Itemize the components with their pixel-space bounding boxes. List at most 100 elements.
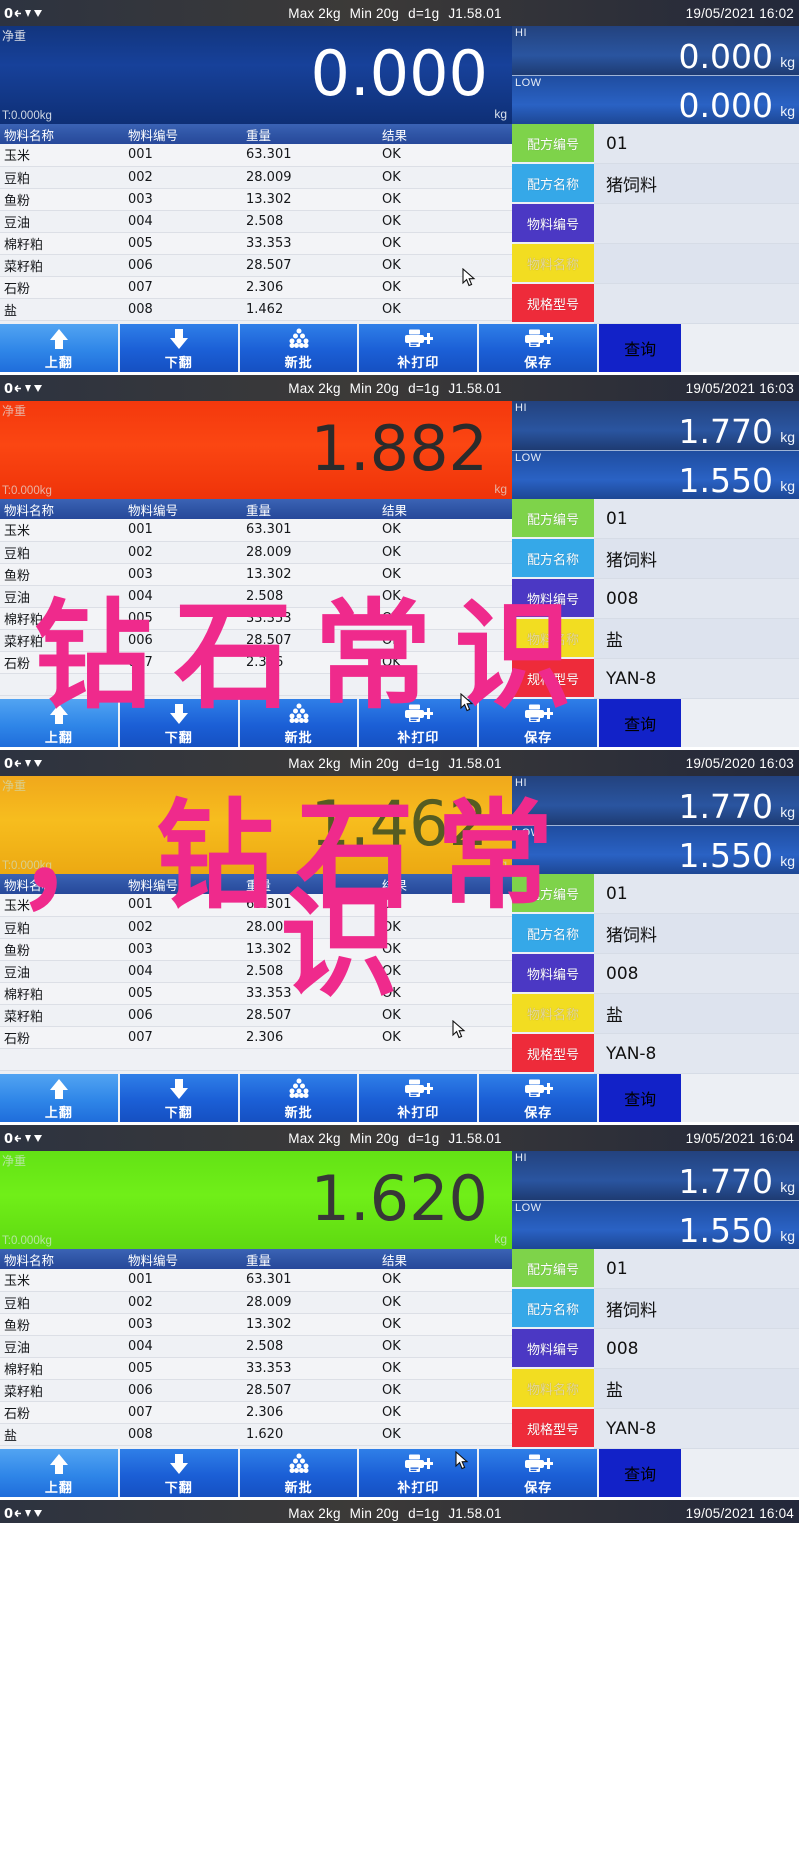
net-weight-label: 净重 [2, 779, 27, 793]
limit-hi-label: HI [515, 1152, 527, 1164]
cell-weight: 33.353 [246, 982, 382, 1005]
cell-result: OK [382, 166, 512, 189]
key-4[interactable]: 规格型号 [512, 1409, 594, 1447]
toolbar-filler [681, 699, 799, 747]
toolbar-button-2[interactable]: 新批 [239, 324, 360, 372]
key-2[interactable]: 物料编号 [512, 1329, 594, 1367]
date-text: 19/05/2020 [685, 755, 756, 771]
column-header-4: 结果 [382, 124, 512, 144]
key-2[interactable]: 物料编号 [512, 579, 594, 617]
key-0[interactable]: 配方编号 [512, 1249, 594, 1287]
table-row: 玉米 001 63.301 OK [0, 894, 512, 917]
table-row: 豆粕 002 28.009 OK [0, 541, 512, 564]
spec-min: Min 20g [349, 755, 400, 771]
printer-plus-icon [479, 1452, 597, 1476]
toolbar-button-0[interactable]: 上翻 [0, 1449, 120, 1497]
key-0[interactable]: 配方编号 [512, 499, 594, 537]
key-1[interactable]: 配方名称 [512, 539, 594, 577]
toolbar-button-0[interactable]: 上翻 [0, 1074, 120, 1122]
recipe-value-column: 01 猪饲料 008 盐 YAN-8 [594, 874, 799, 1074]
toolbar-button-3[interactable]: 补打印 [359, 699, 480, 747]
cell-empty [0, 1048, 128, 1071]
toolbar-button-4[interactable]: 保存 [479, 699, 600, 747]
table-row: 菜籽粕 006 28.507 OK [0, 1379, 512, 1402]
cell-empty [382, 1048, 512, 1071]
query-button[interactable]: 查询 [599, 1449, 682, 1497]
limit-low-box: LOW 1.550 kg [512, 450, 799, 499]
cell-weight: 1.620 [246, 1423, 382, 1446]
recipe-field-0: 01 [594, 1249, 799, 1289]
toolbar-button-4[interactable]: 保存 [479, 1074, 600, 1122]
key-1[interactable]: 配方名称 [512, 164, 594, 202]
date-text: 19/05/2021 [685, 380, 756, 396]
toolbar-button-1[interactable]: 下翻 [119, 699, 240, 747]
limit-low-unit: kg [780, 853, 795, 869]
toolbar-button-1[interactable]: 下翻 [119, 324, 240, 372]
toolbar-button-1[interactable]: 下翻 [119, 1449, 240, 1497]
table-header-row: 物料名称 物料编号 重量 结果 [0, 874, 512, 894]
cell-material-name: 鱼粉 [0, 938, 128, 961]
cell-result: OK [382, 629, 512, 652]
key-1[interactable]: 配方名称 [512, 914, 594, 952]
query-button[interactable]: 查询 [599, 1074, 682, 1122]
recipe-field-2 [594, 204, 799, 244]
toolbar-button-2[interactable]: 新批 [239, 699, 360, 747]
net-weight-value: 1.620 [310, 1161, 489, 1235]
toolbar-label-0: 上翻 [44, 1105, 73, 1120]
cell-material-name: 棉籽粕 [0, 1357, 128, 1380]
toolbar-button-2[interactable]: 新批 [239, 1449, 360, 1497]
toolbar-button-3[interactable]: 补打印 [359, 1074, 480, 1122]
toolbar-button-4[interactable]: 保存 [479, 324, 600, 372]
panel-4: 0 Max 2kg Min 20g d=1g J1.58.01 19/05/2021 16… [0, 1125, 799, 1500]
key-3[interactable]: 物料名称 [512, 244, 594, 282]
cell-weight: 33.353 [246, 1357, 382, 1380]
items-table-wrapper: 物料名称 物料编号 重量 结果 玉米 001 63.301 OK 豆粕 002 28.009 OK 鱼粉… [0, 1249, 512, 1449]
limit-low-label: LOW [515, 1201, 542, 1214]
key-0[interactable]: 配方编号 [512, 124, 594, 162]
spec-firmware: J1.58.01 [448, 1505, 502, 1521]
cell-material-name: 豆粕 [0, 541, 128, 564]
key-3[interactable]: 物料名称 [512, 1369, 594, 1407]
printer-plus-icon [359, 327, 477, 351]
query-button[interactable]: 查询 [599, 324, 682, 372]
column-header-3: 重量 [246, 874, 382, 894]
key-3[interactable]: 物料名称 [512, 994, 594, 1032]
spec-max: Max 2kg [288, 380, 341, 396]
batch-stack-icon [240, 1452, 358, 1476]
column-header-3: 重量 [246, 499, 382, 519]
items-table-wrapper: 物料名称 物料编号 重量 结果 玉米 001 63.301 OK 豆粕 002 28.009 OK 鱼粉… [0, 874, 512, 1074]
table-row: 石粉 007 2.306 OK [0, 651, 512, 674]
toolbar-button-0[interactable]: 上翻 [0, 324, 120, 372]
key-4[interactable]: 规格型号 [512, 659, 594, 697]
recipe-field-4 [594, 284, 799, 324]
items-table: 物料名称 物料编号 重量 结果 玉米 001 63.301 OK 豆粕 002 28.009 OK 鱼粉… [0, 499, 512, 696]
key-2[interactable]: 物料编号 [512, 204, 594, 242]
key-4[interactable]: 规格型号 [512, 1034, 594, 1072]
key-0[interactable]: 配方编号 [512, 874, 594, 912]
query-button[interactable]: 查询 [599, 699, 682, 747]
toolbar-button-3[interactable]: 补打印 [359, 324, 480, 372]
cell-weight: 28.507 [246, 629, 382, 652]
recipe-field-3: 盐 [594, 994, 799, 1034]
toolbar-button-3[interactable]: 补打印 [359, 1449, 480, 1497]
key-1[interactable]: 配方名称 [512, 1289, 594, 1327]
cell-material-name: 菜籽粕 [0, 1004, 128, 1027]
cell-result: OK [382, 938, 512, 961]
key-3[interactable]: 物料名称 [512, 619, 594, 657]
toolbar-button-4[interactable]: 保存 [479, 1449, 600, 1497]
table-row: 豆粕 002 28.009 OK [0, 916, 512, 939]
table-row: 石粉 007 2.306 OK [0, 1401, 512, 1424]
table-row: 玉米 001 63.301 OK [0, 519, 512, 542]
limit-hi-label: HI [515, 777, 527, 789]
table-row: 盐 008 1.620 OK [0, 1423, 512, 1446]
recipe-field-1: 猪饲料 [594, 1289, 799, 1329]
cell-weight: 28.009 [246, 916, 382, 939]
toolbar-button-0[interactable]: 上翻 [0, 699, 120, 747]
toolbar-button-1[interactable]: 下翻 [119, 1074, 240, 1122]
toolbar-button-2[interactable]: 新批 [239, 1074, 360, 1122]
cell-weight: 1.462 [246, 298, 382, 321]
panel-3: 0 Max 2kg Min 20g d=1g J1.58.01 19/05/2020 16… [0, 750, 799, 1125]
key-2[interactable]: 物料编号 [512, 954, 594, 992]
cell-result: OK [382, 982, 512, 1005]
key-4[interactable]: 规格型号 [512, 284, 594, 322]
